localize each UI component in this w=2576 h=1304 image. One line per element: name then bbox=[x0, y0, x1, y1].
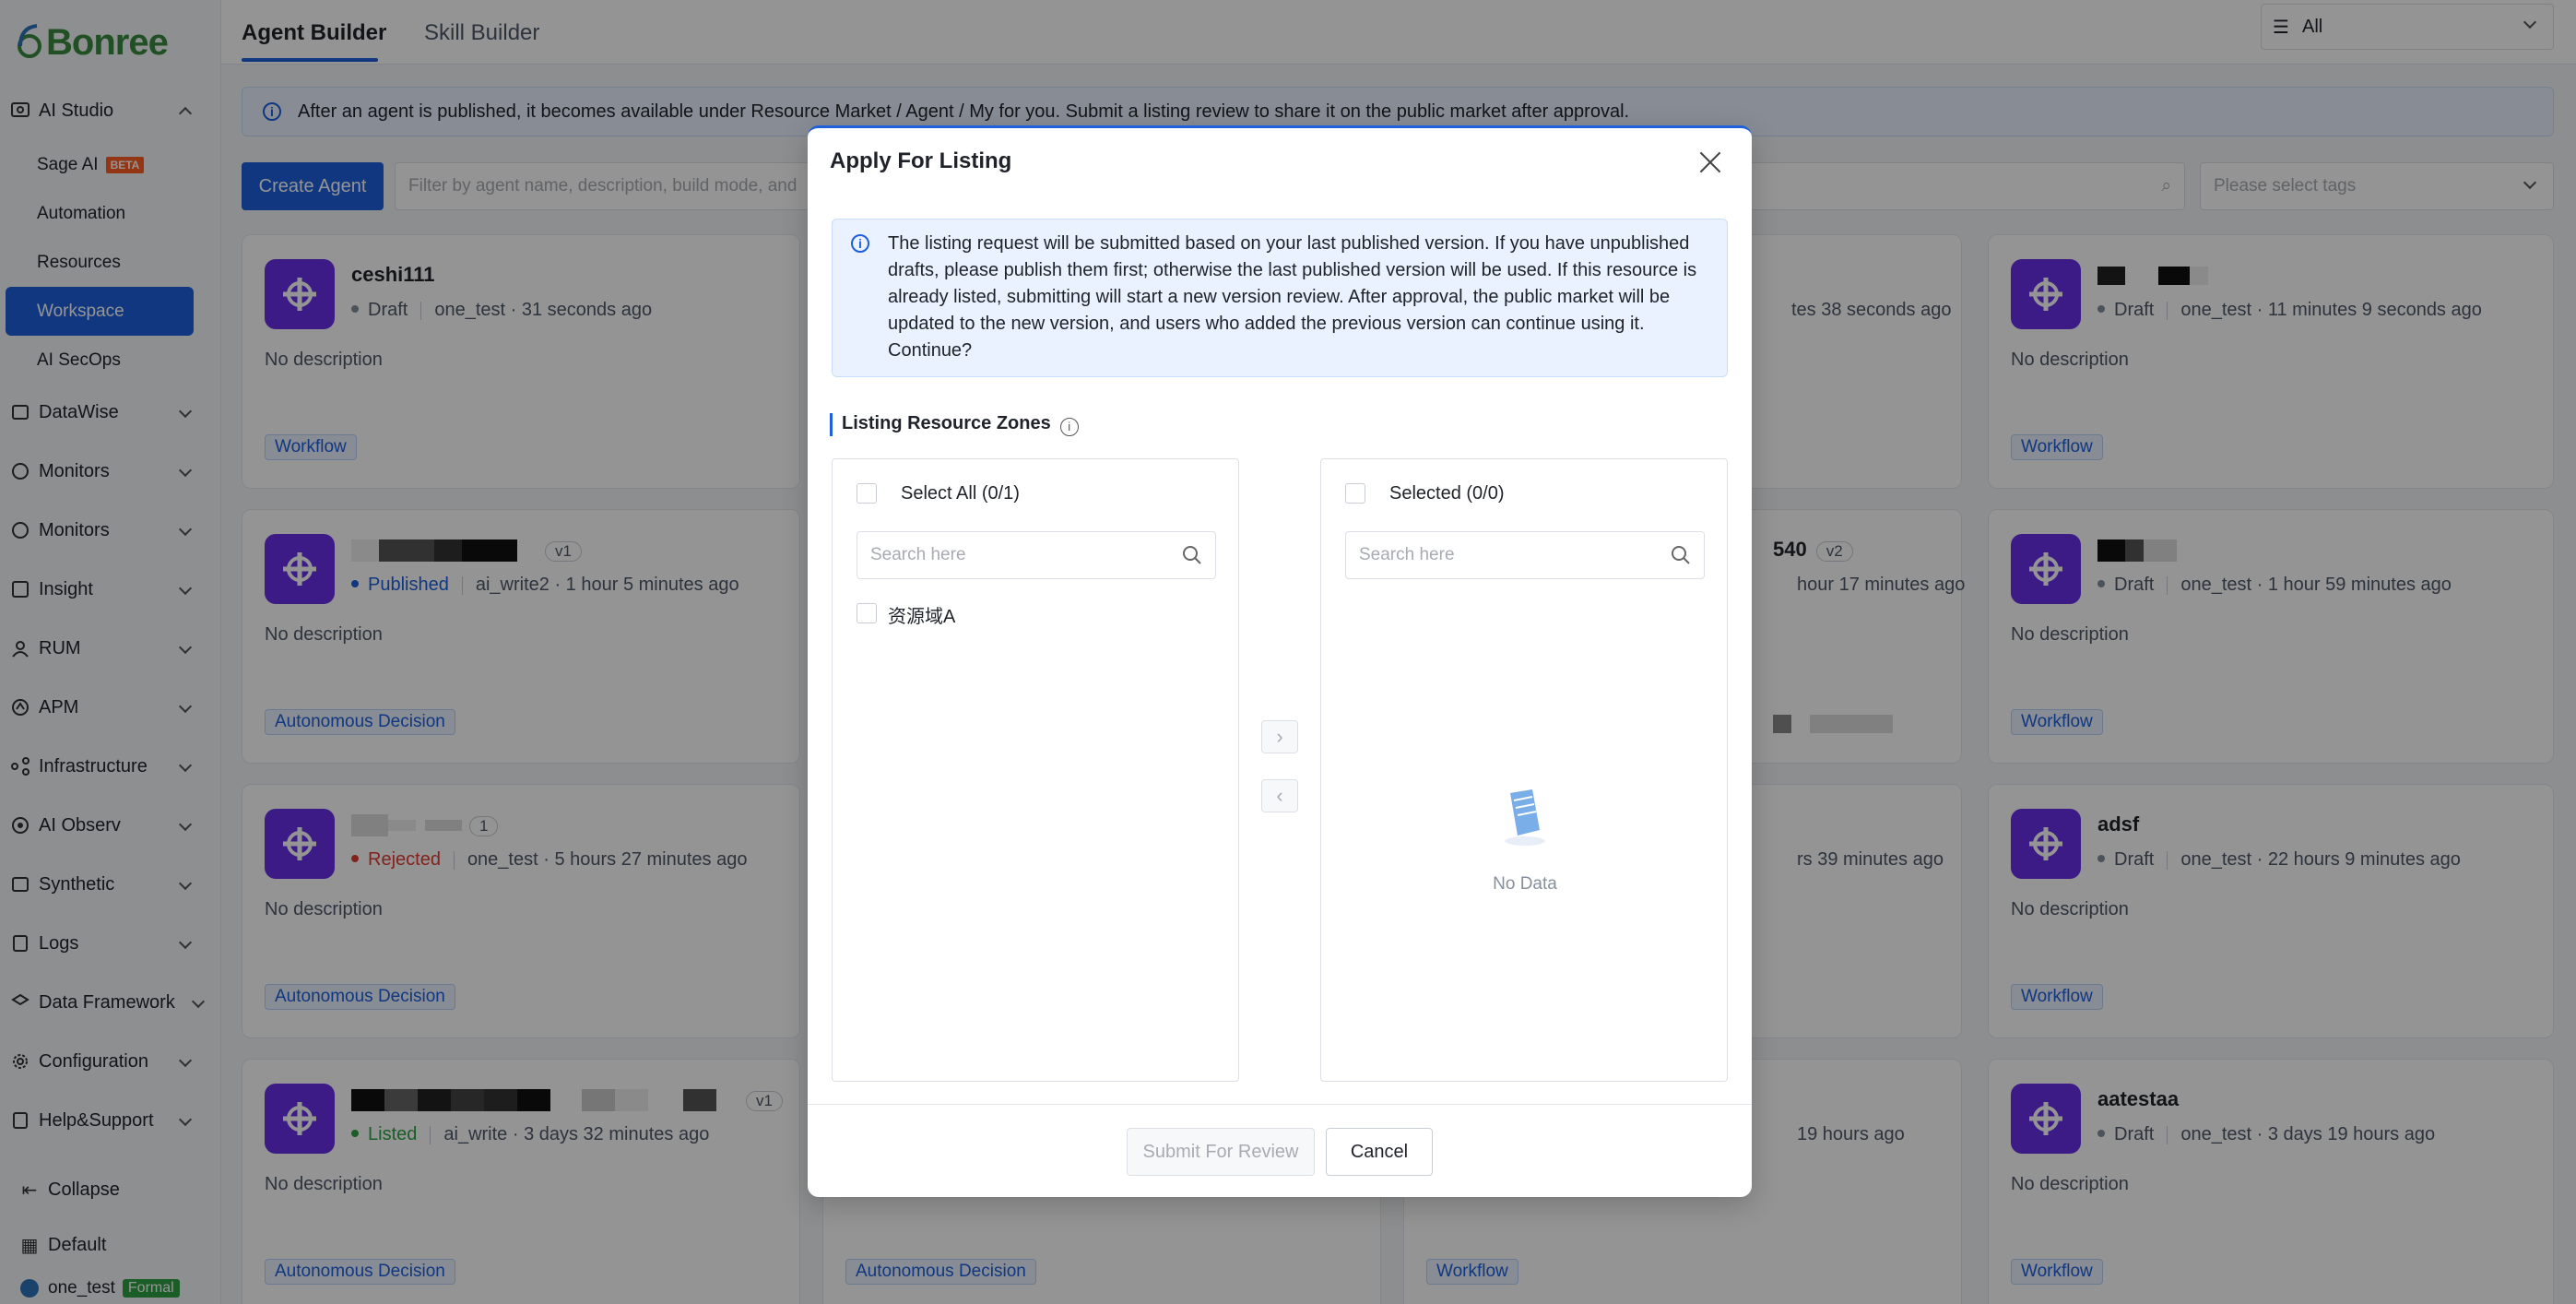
apply-for-listing-dialog: Apply For Listing i The listing request … bbox=[808, 125, 1752, 1197]
submit-for-review-button[interactable]: Submit For Review bbox=[1127, 1128, 1315, 1176]
dialog-title: Apply For Listing bbox=[830, 148, 1012, 173]
move-left-button[interactable]: ‹ bbox=[1261, 779, 1298, 812]
move-right-button[interactable]: › bbox=[1261, 720, 1298, 753]
source-zone-panel: Select All (0/1) Search here 资源域A bbox=[832, 458, 1239, 1082]
cancel-button[interactable]: Cancel bbox=[1326, 1128, 1433, 1176]
dialog-footer-divider bbox=[808, 1104, 1752, 1105]
zone-checkbox[interactable] bbox=[857, 603, 877, 623]
search-placeholder: Search here bbox=[870, 545, 966, 564]
close-icon[interactable] bbox=[1696, 148, 1724, 176]
search-placeholder: Search here bbox=[1359, 545, 1455, 564]
selected-label: Selected (0/0) bbox=[1389, 483, 1505, 504]
info-icon: i bbox=[851, 234, 869, 253]
zone-item-label: 资源域A bbox=[888, 607, 956, 627]
selected-search-input[interactable]: Search here bbox=[1345, 531, 1705, 579]
source-search-input[interactable]: Search here bbox=[857, 531, 1216, 579]
listing-notice: i The listing request will be submitted … bbox=[832, 219, 1728, 377]
selected-all-checkbox[interactable] bbox=[1345, 483, 1365, 504]
search-icon bbox=[1183, 546, 1201, 564]
section-title: Listing Resource Zones i bbox=[830, 413, 1079, 436]
search-icon bbox=[1672, 546, 1690, 564]
empty-document-icon bbox=[1505, 789, 1545, 846]
select-all-checkbox[interactable] bbox=[857, 483, 877, 504]
notice-text: The listing request will be submitted ba… bbox=[888, 233, 1697, 361]
chevron-right-icon: › bbox=[1276, 725, 1283, 748]
select-all-label: Select All (0/1) bbox=[901, 483, 1020, 504]
selected-zone-panel: Selected (0/0) Search here No Data bbox=[1320, 458, 1728, 1082]
info-icon[interactable]: i bbox=[1059, 418, 1079, 436]
section-title-text: Listing Resource Zones bbox=[842, 413, 1051, 433]
no-data-text: No Data bbox=[1493, 874, 1557, 894]
chevron-left-icon: ‹ bbox=[1276, 784, 1283, 807]
